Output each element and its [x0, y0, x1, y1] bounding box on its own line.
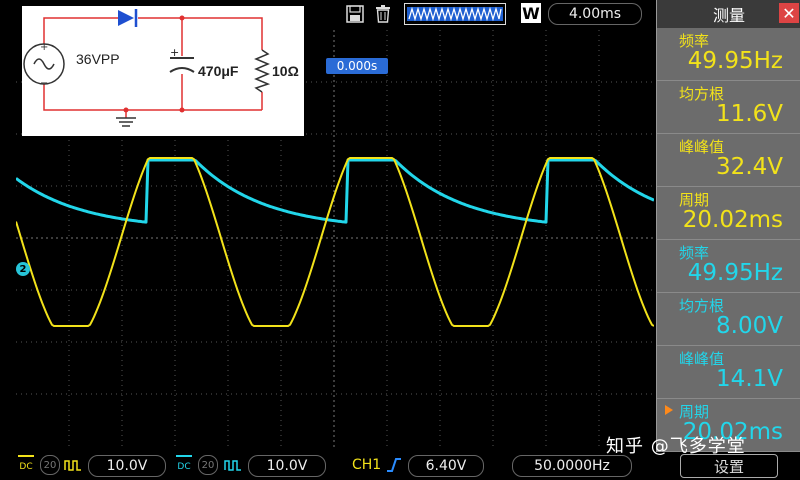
measurement-value: 8.00V: [716, 313, 783, 339]
measurement-item[interactable]: 均方根 11.6V: [657, 81, 800, 134]
circuit-schematic: + − 36VPP + 470μF 10Ω: [22, 6, 304, 136]
panel-title: 测量: [712, 6, 745, 25]
panel-header: 测量 ✕: [657, 0, 800, 28]
measurement-item[interactable]: 频率 49.95Hz: [657, 28, 800, 81]
selected-arrow-icon: [665, 405, 673, 415]
ch1-probe-ratio[interactable]: 20: [40, 455, 60, 475]
close-icon[interactable]: ✕: [779, 3, 799, 23]
ch2-scale[interactable]: 10.0V: [248, 455, 326, 477]
window-mode-label[interactable]: W: [521, 3, 541, 23]
capacitor-plus-sign: +: [170, 46, 179, 59]
ch1-bandwidth-icon[interactable]: [64, 455, 82, 475]
source-label: 36VPP: [76, 51, 120, 67]
ch2-coupling-icon[interactable]: DC: [176, 455, 192, 477]
measurement-item[interactable]: 峰峰值 14.1V: [657, 346, 800, 399]
trigger-position-label[interactable]: 0.000s: [326, 58, 388, 74]
ch2-ground-marker[interactable]: 2: [16, 262, 30, 276]
ch1-coupling-icon[interactable]: DC: [18, 455, 34, 477]
measurement-value: 49.95Hz: [687, 260, 783, 286]
measurement-panel: 测量 ✕ 频率 49.95Hz 均方根 11.6V 峰峰值 32.4V 周期 20.02ms 频…: [656, 0, 800, 452]
ch2-probe-ratio[interactable]: 20: [198, 455, 218, 475]
capacitor-label: 470μF: [198, 63, 239, 79]
save-icon[interactable]: [344, 4, 366, 24]
waveform-overview-icon[interactable]: [404, 3, 506, 25]
watermark: 知乎 @飞多学堂: [606, 436, 746, 457]
source-minus-sign: −: [40, 78, 48, 89]
trigger-source[interactable]: CH1: [352, 455, 381, 475]
timebase-value[interactable]: 4.00ms: [548, 3, 642, 25]
measurement-value: 49.95Hz: [687, 48, 783, 74]
measurement-item[interactable]: 峰峰值 32.4V: [657, 134, 800, 187]
measurement-item[interactable]: 频率 49.95Hz: [657, 240, 800, 293]
measurement-value: 11.6V: [716, 101, 783, 127]
top-toolbar: W 4.00ms: [300, 0, 656, 28]
ch2-bandwidth-icon[interactable]: [224, 455, 242, 475]
ch1-waveform: [15, 157, 655, 327]
frequency-counter[interactable]: 50.0000Hz: [512, 455, 632, 477]
trash-icon[interactable]: [372, 4, 394, 24]
measurement-value: 32.4V: [716, 154, 783, 180]
trigger-level[interactable]: 6.40V: [408, 455, 484, 477]
oscilloscope-window: W 4.00ms 0.000s 2 + − 36VPP + 470μF 10Ω …: [0, 0, 800, 480]
source-plus-sign: +: [40, 42, 48, 53]
measurement-value: 20.02ms: [682, 207, 783, 233]
ch1-scale[interactable]: 10.0V: [88, 455, 166, 477]
resistor-label: 10Ω: [272, 63, 299, 79]
measurement-item[interactable]: 均方根 8.00V: [657, 293, 800, 346]
measurement-value: 14.1V: [716, 366, 783, 392]
measurement-item[interactable]: 周期 20.02ms: [657, 187, 800, 240]
rising-edge-icon[interactable]: [384, 455, 404, 475]
